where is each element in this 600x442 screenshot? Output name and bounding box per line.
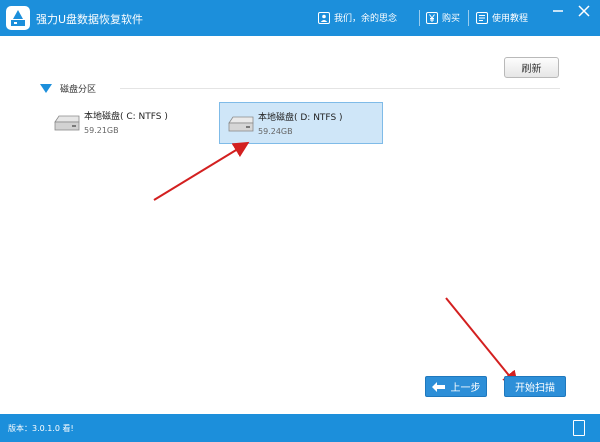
status-bar: 版本：3.0.1.0 看! [0, 414, 600, 442]
drive-name: 本地磁盘( C: NTFS ) [84, 112, 168, 122]
section-divider [120, 88, 560, 89]
resize-grip-icon[interactable] [573, 420, 585, 436]
refresh-button[interactable]: 刷新 [504, 57, 559, 78]
drive-size: 59.21GB [84, 126, 119, 135]
close-button[interactable] [573, 0, 595, 22]
annotation-arrow-scan [445, 297, 519, 388]
book-icon [476, 11, 488, 24]
header-link-account-label: 我们，余的思念 [334, 14, 398, 24]
header-divider [468, 10, 469, 26]
back-arrow-icon [431, 381, 445, 392]
yen-icon [426, 11, 438, 24]
version-text: 版本：3.0.1.0 看! [8, 424, 74, 433]
user-icon [318, 11, 330, 24]
usb-drive-logo-icon [6, 6, 30, 30]
minimize-icon [553, 10, 563, 12]
header-link-tutorial-label: 使用教程 [492, 14, 529, 24]
hard-disk-icon [228, 116, 254, 132]
header-link-buy[interactable]: 购买 [426, 11, 460, 24]
header-link-tutorial[interactable]: 使用教程 [476, 11, 528, 24]
section-label: 磁盘分区 [60, 85, 97, 95]
drive-item-d[interactable]: 本地磁盘( D: NTFS ) 59.24GB [219, 102, 383, 144]
previous-step-label: 上一步 [450, 383, 481, 394]
header-link-buy-label: 购买 [442, 14, 461, 24]
app-title: 强力U盘数据恢复软件 [36, 13, 144, 26]
title-bar: 强力U盘数据恢复软件 我们，余的思念 购买 使用教程 [0, 0, 600, 36]
disk-partition-section-header[interactable]: 磁盘分区 [40, 82, 96, 95]
minimize-button[interactable] [547, 0, 569, 22]
drive-size: 59.24GB [258, 127, 293, 136]
hard-disk-icon [54, 115, 80, 131]
drive-name: 本地磁盘( D: NTFS ) [258, 113, 343, 123]
header-divider [419, 10, 420, 26]
drive-item-c[interactable]: 本地磁盘( C: NTFS ) 59.21GB [46, 102, 210, 144]
previous-step-button[interactable]: 上一步 [425, 376, 487, 397]
collapse-triangle-icon [40, 84, 52, 93]
start-scan-button[interactable]: 开始扫描 [504, 376, 566, 397]
close-icon [578, 5, 590, 17]
annotation-arrow-drive [153, 141, 250, 201]
header-link-account[interactable]: 我们，余的思念 [318, 11, 397, 24]
